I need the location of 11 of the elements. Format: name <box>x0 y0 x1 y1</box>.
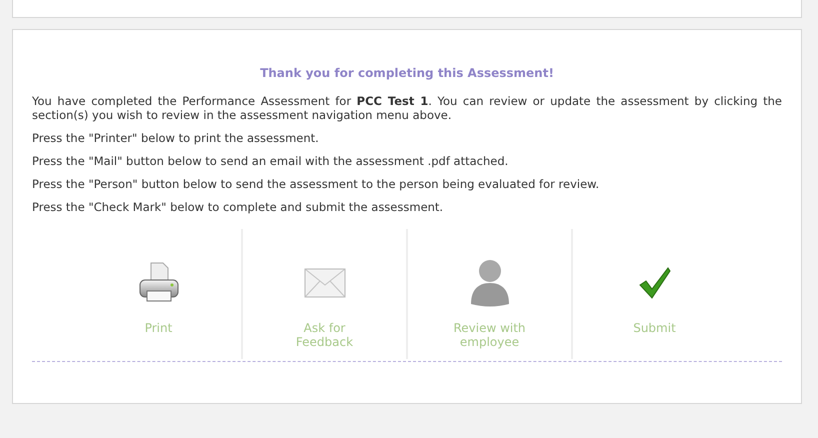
action-link[interactable]: Ask for Feedback <box>274 321 374 349</box>
action-link[interactable]: Review with employee <box>440 321 540 349</box>
instruction-text: Press the "Mail" button below to send an email with the assessment .pdf attached. <box>32 154 510 168</box>
action-link[interactable]: Submit <box>604 321 704 335</box>
person-icon[interactable] <box>470 259 510 307</box>
action-link[interactable]: Print <box>108 321 208 335</box>
intro-text: You have completed the Performance Assessment for PCC Test 1. You can review or update the assessment by clicking the section(s) you wish to review in the assessment navigation menu above. <box>32 94 782 122</box>
instruction-text: Press the "Check Mark" below to complete and submit the assessment. <box>32 200 444 214</box>
panel-title: Thank you for completing this Assessment! <box>259 66 555 80</box>
instruction-text: Press the "Printer" below to print the assessment. <box>32 131 320 145</box>
instruction-text: Press the "Person" button below to send the assessment to the person being evaluated for review. <box>32 177 600 191</box>
